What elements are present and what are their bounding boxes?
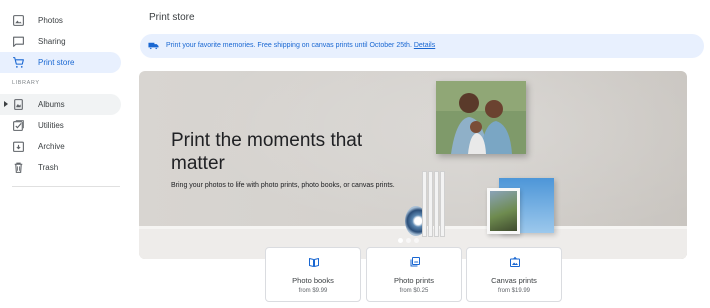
product-name: Canvas prints xyxy=(491,276,537,285)
hero-subtitle: Bring your photos to life with photo pri… xyxy=(171,182,395,189)
sidebar-divider xyxy=(12,186,120,187)
truck-icon xyxy=(148,42,159,50)
cart-icon xyxy=(13,57,24,68)
product-name: Photo books xyxy=(292,276,334,285)
trash-icon xyxy=(14,162,23,173)
family-canvas-image xyxy=(436,81,526,154)
sidebar-item-label: Photos xyxy=(38,16,63,25)
expand-caret-icon[interactable] xyxy=(4,101,8,107)
hero-banner: Print the moments that matter Bring your… xyxy=(139,71,687,259)
sidebar-item-albums[interactable]: Albums xyxy=(0,94,121,115)
product-price: from $0.25 xyxy=(399,288,429,294)
sidebar-item-utilities[interactable]: Utilities xyxy=(0,115,121,136)
photo-icon xyxy=(13,15,24,26)
product-card-photo-prints[interactable]: Photo prints from $0.25 xyxy=(366,247,462,302)
sidebar: Photos Sharing Print store LIBRARY Album… xyxy=(0,0,126,308)
product-card-canvas-prints[interactable]: Canvas prints from $19.99 xyxy=(466,247,562,302)
hero-title: Print the moments that matter xyxy=(171,130,363,174)
sidebar-item-label: Sharing xyxy=(38,37,66,46)
carousel-dot[interactable] xyxy=(414,238,419,243)
sidebar-item-print-store[interactable]: Print store xyxy=(0,52,121,73)
sidebar-item-trash[interactable]: Trash xyxy=(0,157,121,178)
utilities-icon xyxy=(13,120,24,131)
archive-icon xyxy=(13,141,24,152)
sidebar-item-archive[interactable]: Archive xyxy=(0,136,121,157)
promo-banner: Print your favorite memories. Free shipp… xyxy=(140,34,704,58)
page-title: Print store xyxy=(149,12,195,23)
photo-book-icon xyxy=(309,258,319,267)
sidebar-item-label: Trash xyxy=(38,163,59,172)
banner-text: Print your favorite memories. Free shipp… xyxy=(166,42,414,49)
canvas-icon xyxy=(510,256,520,267)
carousel-dots xyxy=(398,238,419,243)
photo-prints-icon xyxy=(410,257,420,267)
photo-book-image xyxy=(422,171,427,237)
sidebar-item-photos[interactable]: Photos xyxy=(0,10,121,31)
product-name: Photo prints xyxy=(393,276,435,285)
sidebar-item-label: Print store xyxy=(38,58,75,67)
sidebar-item-label: Albums xyxy=(38,100,65,109)
product-price: from $9.99 xyxy=(298,288,328,294)
sharing-icon xyxy=(13,36,24,47)
sidebar-item-label: Utilities xyxy=(38,121,64,130)
details-link[interactable]: Details xyxy=(414,42,435,49)
product-card-photo-books[interactable]: Photo books from $9.99 xyxy=(265,247,361,302)
sidebar-item-sharing[interactable]: Sharing xyxy=(0,31,121,52)
carousel-dot[interactable] xyxy=(406,238,411,243)
carousel-dot[interactable] xyxy=(398,238,403,243)
sidebar-item-label: Archive xyxy=(38,142,65,151)
library-section-label: LIBRARY xyxy=(12,80,40,86)
dog-photo-print-image xyxy=(487,188,520,234)
album-icon xyxy=(14,99,23,110)
product-price: from $19.99 xyxy=(497,288,531,294)
